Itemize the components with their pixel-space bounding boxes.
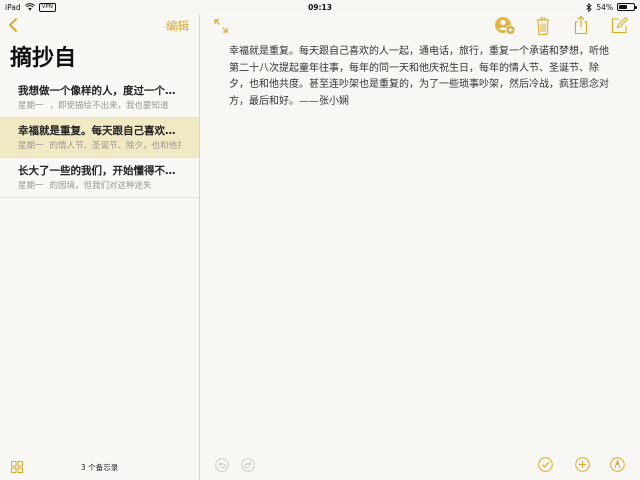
note-count: 3 个备忘录 bbox=[80, 462, 119, 472]
note-item-date: 星期一 bbox=[18, 181, 44, 191]
person-add-icon[interactable] bbox=[494, 16, 516, 36]
undo-icon[interactable] bbox=[215, 458, 229, 472]
add-icon[interactable] bbox=[575, 457, 590, 472]
back-chevron-icon[interactable] bbox=[6, 16, 20, 34]
status-right: 54% bbox=[586, 2, 637, 12]
battery-level bbox=[619, 5, 627, 9]
note-item-title: 幸福就是重复。每天跟自己喜欢的人一起 bbox=[18, 125, 181, 137]
notes-sidebar: 编辑 摘抄自 我想做一个像样的人，度过一个像样的一生 星期一 ，即使描绘不出来，我… bbox=[0, 14, 200, 480]
note-list-item[interactable]: 长大了一些的我们，开始懂得不去为难 星期一 的困境，但我们对这种迷失 bbox=[0, 158, 199, 198]
note-item-preview: ，即使描绘不出来，我也要知道 bbox=[49, 101, 169, 111]
note-item-preview: 的情人节、圣诞节、除夕，也和他共度 bbox=[49, 141, 181, 151]
expand-icon[interactable] bbox=[213, 18, 229, 34]
note-editor: 幸福就是重复。每天跟自己喜欢的人一起，通电话，旅行，重复一个承诺和梦想，听他第二… bbox=[201, 14, 640, 480]
note-item-subtitle: 星期一 的困境，但我们对这种迷失 bbox=[18, 179, 181, 193]
status-bar: iPad VPN 09:13 54% bbox=[0, 0, 640, 14]
trash-icon[interactable] bbox=[535, 16, 551, 36]
vpn-badge: VPN bbox=[38, 2, 56, 12]
note-item-title: 长大了一些的我们，开始懂得不去为难 bbox=[18, 165, 181, 177]
note-item-subtitle: 星期一 ，即使描绘不出来，我也要知道 bbox=[18, 99, 181, 113]
note-list: 我想做一个像样的人，度过一个像样的一生 星期一 ，即使描绘不出来，我也要知道 幸福… bbox=[0, 78, 199, 198]
note-item-date: 星期一 bbox=[18, 101, 44, 111]
folder-title: 摘抄自 bbox=[10, 46, 77, 71]
sidebar-footer: 3 个备忘录 bbox=[0, 454, 199, 480]
compose-icon[interactable] bbox=[611, 17, 628, 34]
wifi-icon bbox=[24, 3, 35, 11]
status-time: 09:13 bbox=[308, 2, 332, 12]
note-body-text[interactable]: 幸福就是重复。每天跟自己喜欢的人一起，通电话，旅行，重复一个承诺和梦想，听他第二… bbox=[229, 44, 609, 110]
sketch-icon[interactable] bbox=[610, 457, 625, 472]
note-item-date: 星期一 bbox=[18, 141, 44, 151]
sidebar-toolbar: 编辑 bbox=[0, 14, 199, 38]
battery-percent: 54% bbox=[596, 2, 613, 12]
note-list-item[interactable]: 我想做一个像样的人，度过一个像样的一生 星期一 ，即使描绘不出来，我也要知道 bbox=[0, 78, 199, 118]
device-label: iPad bbox=[5, 2, 21, 12]
bluetooth-icon bbox=[586, 2, 593, 12]
note-item-title: 我想做一个像样的人，度过一个像样的一生 bbox=[18, 85, 181, 97]
grid-icon[interactable] bbox=[11, 461, 23, 473]
checklist-icon[interactable] bbox=[538, 457, 553, 472]
share-icon[interactable] bbox=[574, 15, 588, 35]
edit-button[interactable]: 编辑 bbox=[166, 18, 189, 34]
note-item-preview: 的困境，但我们对这种迷失 bbox=[49, 181, 152, 191]
note-item-subtitle: 星期一 的情人节、圣诞节、除夕，也和他共度 bbox=[18, 139, 181, 153]
redo-icon[interactable] bbox=[241, 458, 255, 472]
battery-icon bbox=[617, 3, 637, 11]
note-list-item-selected[interactable]: 幸福就是重复。每天跟自己喜欢的人一起 星期一的情人节、圣诞节、除夕，也和他共度 bbox=[0, 118, 199, 158]
status-left: iPad VPN bbox=[5, 2, 56, 12]
